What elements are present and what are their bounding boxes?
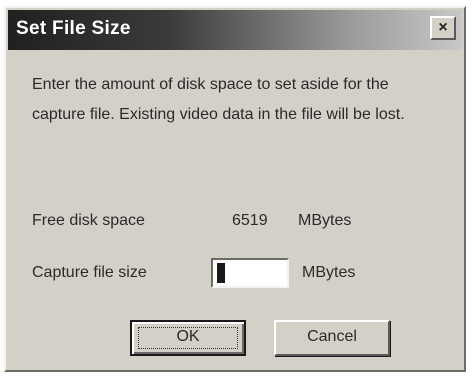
capture-file-size-unit: MBytes — [302, 264, 356, 281]
dialog-title: Set File Size — [16, 18, 131, 39]
free-disk-space-value: 6519 — [232, 212, 268, 229]
set-file-size-dialog: Set File Size × Enter the amount of disk… — [4, 6, 466, 372]
focus-rectangle — [138, 327, 238, 349]
title-bar[interactable]: Set File Size × — [8, 10, 462, 50]
capture-file-size-label: Capture file size — [32, 264, 147, 281]
ok-button[interactable]: OK — [130, 320, 246, 356]
cancel-button[interactable]: Cancel — [274, 320, 390, 356]
instruction-text: Enter the amount of disk space to set as… — [32, 76, 405, 123]
close-button[interactable]: × — [430, 16, 456, 40]
cancel-button-label: Cancel — [307, 328, 357, 345]
close-icon: × — [438, 19, 448, 36]
text-cursor — [217, 263, 225, 283]
free-disk-space-label: Free disk space — [32, 212, 145, 229]
free-disk-space-unit: MBytes — [298, 212, 352, 229]
